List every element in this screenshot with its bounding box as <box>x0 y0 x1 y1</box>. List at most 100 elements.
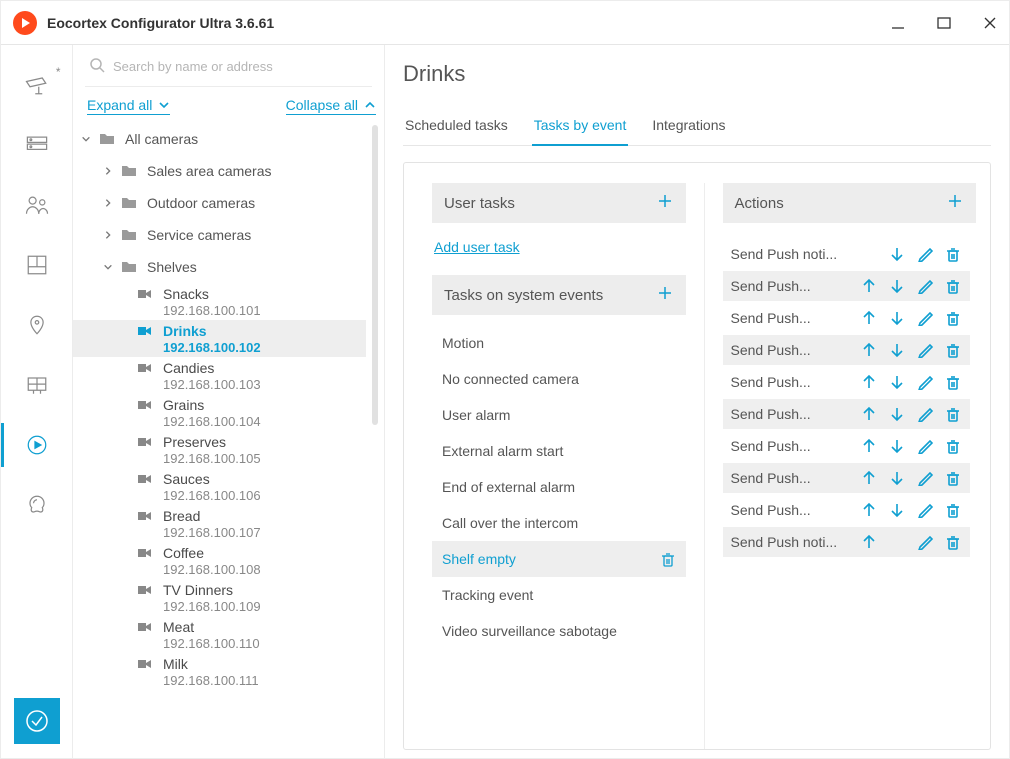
tree-camera[interactable]: TV Dinners192.168.100.109 <box>73 579 366 616</box>
add-system-task-icon[interactable] <box>656 284 674 306</box>
tree-camera[interactable]: Drinks192.168.100.102 <box>73 320 366 357</box>
action-item[interactable]: Send Push noti... <box>723 239 971 269</box>
action-item[interactable]: Send Push... <box>723 431 971 461</box>
edit-action-button[interactable] <box>916 245 934 263</box>
edit-action-button[interactable] <box>916 501 934 519</box>
edit-action-button[interactable] <box>916 341 934 359</box>
tree-group-all-cameras[interactable]: All cameras <box>73 123 366 155</box>
move-down-button[interactable] <box>888 469 906 487</box>
close-button[interactable] <box>983 16 997 30</box>
delete-action-button[interactable] <box>944 309 962 327</box>
edit-action-button[interactable] <box>916 309 934 327</box>
move-up-button[interactable] <box>860 405 878 423</box>
expand-all-link[interactable]: Expand all <box>87 97 170 115</box>
delete-action-button[interactable] <box>944 341 962 359</box>
delete-action-button[interactable] <box>944 277 962 295</box>
delete-event-button[interactable] <box>660 551 676 567</box>
action-item[interactable]: Send Push... <box>723 495 971 525</box>
delete-action-button[interactable] <box>944 437 962 455</box>
tree-group-shelves[interactable]: Shelves <box>73 251 366 283</box>
search-input[interactable] <box>113 59 368 74</box>
chevron-down-icon[interactable] <box>79 134 93 144</box>
rail-users[interactable] <box>1 175 73 235</box>
chevron-down-icon[interactable] <box>101 262 115 272</box>
move-up-button[interactable] <box>860 341 878 359</box>
move-up-button[interactable] <box>860 309 878 327</box>
add-action-icon[interactable] <box>946 192 964 214</box>
chevron-right-icon[interactable] <box>101 230 115 240</box>
move-down-button[interactable] <box>888 245 906 263</box>
action-item[interactable]: Send Push... <box>723 463 971 493</box>
rail-cameras[interactable]: * <box>1 55 73 115</box>
tree-camera[interactable]: Sauces192.168.100.106 <box>73 468 366 505</box>
delete-action-button[interactable] <box>944 469 962 487</box>
delete-action-button[interactable] <box>944 405 962 423</box>
tab[interactable]: Scheduled tasks <box>403 111 510 145</box>
move-up-button[interactable] <box>860 277 878 295</box>
action-item[interactable]: Send Push... <box>723 303 971 333</box>
delete-action-button[interactable] <box>944 533 962 551</box>
action-item[interactable]: Send Push... <box>723 399 971 429</box>
move-down-button[interactable] <box>888 309 906 327</box>
tree-camera[interactable]: Grains192.168.100.104 <box>73 394 366 431</box>
delete-action-button[interactable] <box>944 501 962 519</box>
tree-camera[interactable]: Bread192.168.100.107 <box>73 505 366 542</box>
tree-camera[interactable]: Candies192.168.100.103 <box>73 357 366 394</box>
system-event-item[interactable]: Call over the intercom <box>432 505 686 541</box>
apply-button[interactable] <box>14 698 60 744</box>
rail-plans[interactable] <box>1 235 73 295</box>
move-down-button[interactable] <box>888 437 906 455</box>
edit-action-button[interactable] <box>916 533 934 551</box>
rail-maps[interactable] <box>1 295 73 355</box>
system-event-item[interactable]: No connected camera <box>432 361 686 397</box>
move-down-button[interactable] <box>888 373 906 391</box>
rail-views[interactable] <box>1 355 73 415</box>
move-up-button[interactable] <box>860 469 878 487</box>
maximize-button[interactable] <box>937 16 951 30</box>
tree-camera[interactable]: Milk192.168.100.111 <box>73 653 366 690</box>
minimize-button[interactable] <box>891 16 905 30</box>
action-item[interactable]: Send Push... <box>723 367 971 397</box>
system-event-item[interactable]: External alarm start <box>432 433 686 469</box>
tree-group[interactable]: Sales area cameras <box>73 155 366 187</box>
tab[interactable]: Tasks by event <box>532 111 629 145</box>
tree-camera[interactable]: Preserves192.168.100.105 <box>73 431 366 468</box>
delete-action-button[interactable] <box>944 373 962 391</box>
tree-camera[interactable]: Meat192.168.100.110 <box>73 616 366 653</box>
system-event-item[interactable]: Video surveillance sabotage <box>432 613 686 649</box>
system-event-item[interactable]: Shelf empty <box>432 541 686 577</box>
edit-action-button[interactable] <box>916 437 934 455</box>
tree-group[interactable]: Outdoor cameras <box>73 187 366 219</box>
collapse-all-link[interactable]: Collapse all <box>286 97 376 115</box>
system-event-item[interactable]: End of external alarm <box>432 469 686 505</box>
rail-servers[interactable] <box>1 115 73 175</box>
move-down-button[interactable] <box>888 277 906 295</box>
system-event-item[interactable]: Motion <box>432 325 686 361</box>
move-down-button[interactable] <box>888 341 906 359</box>
move-down-button[interactable] <box>888 501 906 519</box>
system-event-item[interactable]: User alarm <box>432 397 686 433</box>
move-down-button[interactable] <box>888 405 906 423</box>
move-up-button[interactable] <box>860 533 878 551</box>
edit-action-button[interactable] <box>916 469 934 487</box>
chevron-right-icon[interactable] <box>101 198 115 208</box>
tree-scrollbar[interactable] <box>372 125 378 425</box>
delete-action-button[interactable] <box>944 245 962 263</box>
edit-action-button[interactable] <box>916 277 934 295</box>
system-event-item[interactable]: Tracking event <box>432 577 686 613</box>
tab[interactable]: Integrations <box>650 111 727 145</box>
add-user-task-link[interactable]: Add user task <box>432 223 686 275</box>
move-up-button[interactable] <box>860 501 878 519</box>
action-item[interactable]: Send Push noti... <box>723 527 971 557</box>
chevron-right-icon[interactable] <box>101 166 115 176</box>
move-up-button[interactable] <box>860 437 878 455</box>
edit-action-button[interactable] <box>916 405 934 423</box>
tree-camera[interactable]: Snacks192.168.100.101 <box>73 283 366 320</box>
add-user-task-icon[interactable] <box>656 192 674 214</box>
edit-action-button[interactable] <box>916 373 934 391</box>
tree-group[interactable]: Service cameras <box>73 219 366 251</box>
action-item[interactable]: Send Push... <box>723 271 971 301</box>
tree-camera[interactable]: Coffee192.168.100.108 <box>73 542 366 579</box>
move-up-button[interactable] <box>860 373 878 391</box>
rail-analytics[interactable] <box>1 475 73 535</box>
